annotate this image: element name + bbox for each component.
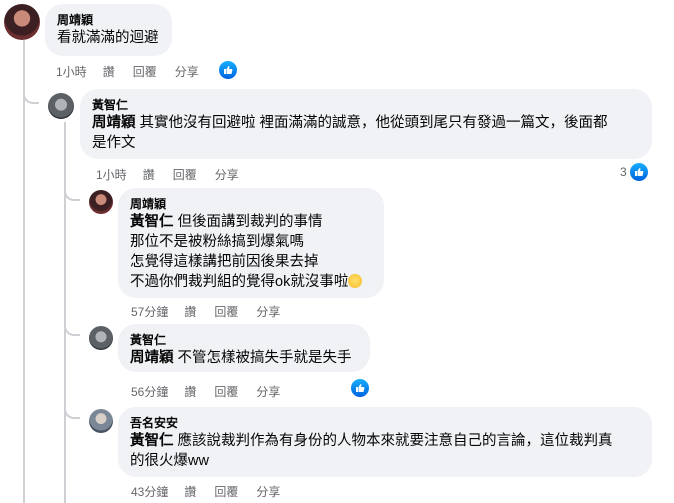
- comment-author[interactable]: 周靖穎: [57, 12, 160, 28]
- comment-bubble: 黃智仁 周靖穎 其實他沒有回避啦 裡面滿滿的誠意，他從頭到尾只有發過一篇文，後面…: [80, 89, 652, 159]
- comment-author[interactable]: 吾名安安: [130, 415, 640, 431]
- reply-button[interactable]: 回覆: [173, 166, 197, 183]
- comment-bubble: 黃智仁 周靖穎 不管怎樣被搞失手就是失手: [118, 324, 370, 372]
- thread-connector: [64, 403, 80, 419]
- share-button[interactable]: 分享: [215, 166, 239, 183]
- mention-link[interactable]: 黃智仁: [130, 214, 174, 230]
- comment-bubble: 周靖穎 看就滿滿的迴避: [45, 4, 172, 56]
- avatar[interactable]: [89, 409, 113, 433]
- share-button[interactable]: 分享: [175, 63, 199, 80]
- comment-author[interactable]: 黃智仁: [92, 97, 640, 113]
- laughing-emoji-icon: [348, 274, 363, 288]
- thread-connector: [23, 88, 39, 104]
- thread-connector: [64, 320, 80, 336]
- comment-time[interactable]: 57分鐘: [131, 303, 168, 320]
- comment-text-line: 怎覺得這樣講把前因後果去掉: [130, 254, 319, 270]
- reply-button[interactable]: 回覆: [214, 383, 238, 400]
- thread-line-sub: [64, 122, 66, 503]
- comment-actions: 57分鐘 讚 回覆 分享: [131, 303, 298, 320]
- reply-button[interactable]: 回覆: [214, 303, 238, 320]
- mention-link[interactable]: 周靖穎: [92, 115, 136, 131]
- thread-connector: [64, 185, 80, 201]
- comment-actions: 43分鐘 讚 回覆 分享: [131, 483, 298, 500]
- reply-button[interactable]: 回覆: [214, 483, 238, 500]
- comment-text-line: 那位不是被粉絲搞到爆氣嗎: [130, 234, 304, 250]
- comment-actions: 1小時 讚 回覆 分享: [56, 63, 217, 80]
- comment-text-line: 但後面講到裁判的事情: [173, 214, 323, 230]
- comment-text-line: 不過你們裁判組的覺得ok就沒事啦: [130, 274, 349, 290]
- like-button[interactable]: 讚: [184, 383, 196, 400]
- mention-link[interactable]: 黃智仁: [130, 433, 174, 449]
- comment-text: 看就滿滿的迴避: [57, 30, 159, 46]
- avatar[interactable]: [48, 93, 74, 119]
- comment-time[interactable]: 56分鐘: [131, 383, 168, 400]
- avatar[interactable]: [89, 326, 113, 350]
- comment-author[interactable]: 周靖穎: [130, 196, 372, 212]
- comment-bubble: 吾名安安 黃智仁 應該說裁判作為有身份的人物本來就要注意自己的言論，這位裁判真的…: [118, 407, 652, 477]
- share-button[interactable]: 分享: [256, 383, 280, 400]
- comment-text: 黃智仁 應該說裁判作為有身份的人物本來就要注意自己的言論，這位裁判真的很火爆ww: [130, 431, 640, 471]
- like-reaction-icon: [628, 162, 649, 182]
- like-button[interactable]: 讚: [184, 483, 196, 500]
- share-button[interactable]: 分享: [256, 303, 280, 320]
- comment-text: 黃智仁 但後面講到裁判的事情那位不是被粉絲搞到爆氣嗎 怎覺得這樣講把前因後果去掉不…: [130, 212, 372, 292]
- reaction-count: 3: [620, 165, 627, 179]
- comment-text-line: 是作文: [92, 135, 136, 151]
- comment-author[interactable]: 黃智仁: [130, 332, 358, 348]
- avatar[interactable]: [89, 190, 113, 214]
- like-reaction-icon[interactable]: [350, 378, 370, 398]
- mention-link[interactable]: 周靖穎: [130, 350, 174, 366]
- comment-actions: 56分鐘 讚 回覆 分享: [131, 383, 298, 400]
- like-reaction-icon[interactable]: [218, 60, 238, 80]
- comment-text-line: 其實他沒有回避啦 裡面滿滿的誠意，他從頭到尾只有發過一篇文，後面都: [135, 115, 608, 131]
- avatar[interactable]: [4, 4, 40, 40]
- thread-line-main: [23, 40, 25, 503]
- comment-text-line: 應該說裁判作為有身份的人物本來就要注意自己的言論，這位裁判真: [173, 433, 613, 449]
- comment-text: 周靖穎 其實他沒有回避啦 裡面滿滿的誠意，他從頭到尾只有發過一篇文，後面都是作文: [92, 113, 640, 153]
- comment-text-line: 的很火爆ww: [130, 453, 209, 469]
- comment-bubble: 周靖穎 黃智仁 但後面講到裁判的事情那位不是被粉絲搞到爆氣嗎 怎覺得這樣講把前因後…: [118, 188, 384, 298]
- reply-button[interactable]: 回覆: [133, 63, 157, 80]
- reaction-summary[interactable]: 3: [620, 162, 649, 182]
- comment-time[interactable]: 1小時: [96, 166, 127, 183]
- comment-time[interactable]: 43分鐘: [131, 483, 168, 500]
- comment-actions: 1小時 讚 回覆 分享: [96, 166, 257, 183]
- comment-time[interactable]: 1小時: [56, 63, 87, 80]
- comment-text: 周靖穎 不管怎樣被搞失手就是失手: [130, 348, 358, 368]
- like-button[interactable]: 讚: [143, 166, 155, 183]
- like-button[interactable]: 讚: [184, 303, 196, 320]
- comment-text-line: 不管怎樣被搞失手就是失手: [173, 350, 352, 366]
- share-button[interactable]: 分享: [256, 483, 280, 500]
- like-button[interactable]: 讚: [103, 63, 115, 80]
